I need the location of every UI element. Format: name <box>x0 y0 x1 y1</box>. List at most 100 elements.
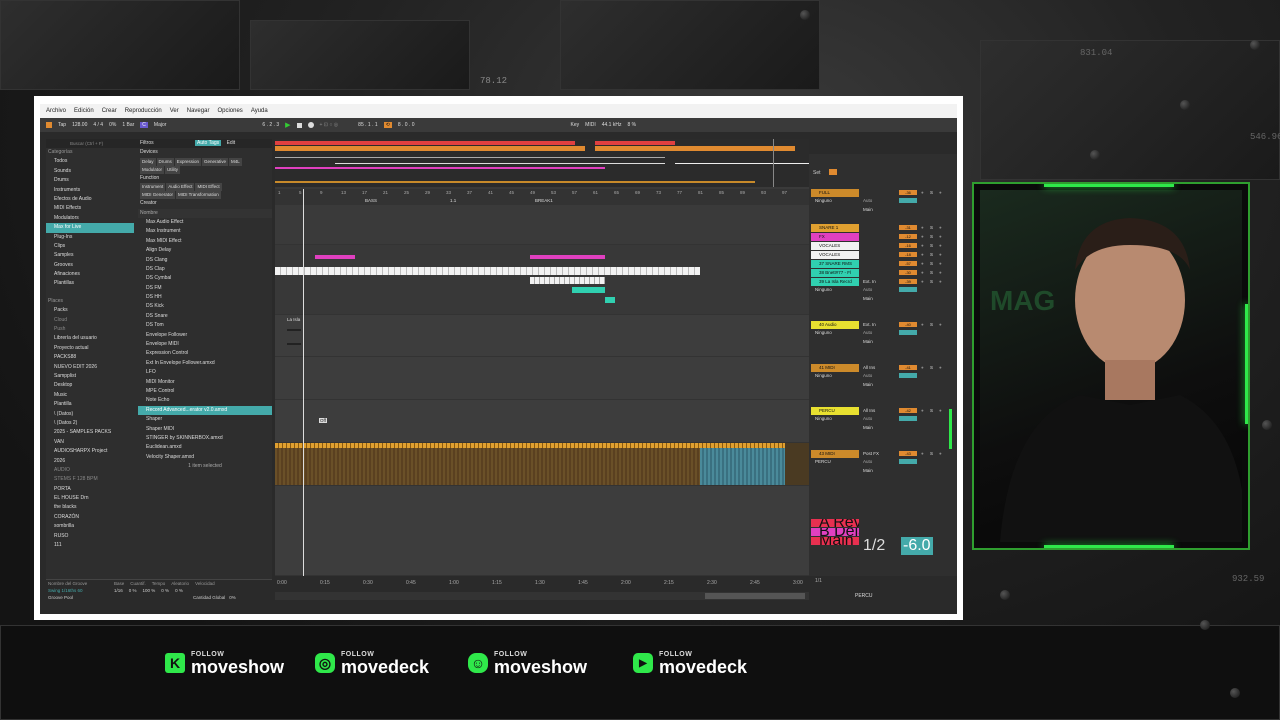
solo-icon[interactable]: S <box>930 225 933 230</box>
tap-button[interactable]: Tap <box>58 122 66 128</box>
monitor-auto[interactable]: Auto <box>863 198 872 203</box>
routing-select[interactable]: Ninguno <box>815 198 832 203</box>
arm-icon[interactable]: ● <box>921 408 924 413</box>
time-signature[interactable]: 4 / 4 <box>93 122 103 128</box>
browser-item[interactable]: DS Kick <box>138 302 272 311</box>
place-item[interactable]: Sampplist <box>46 372 134 381</box>
solo-icon[interactable]: S <box>930 279 933 284</box>
solo-icon[interactable]: S <box>930 451 933 456</box>
key-map-button[interactable]: Key <box>571 122 580 128</box>
track-name[interactable]: 38 Bnett#77 - Fl <box>811 269 859 277</box>
place-item[interactable]: Proyecto actual <box>46 344 134 353</box>
arm-icon[interactable]: ● <box>939 270 942 275</box>
arm-icon[interactable]: ● <box>939 252 942 257</box>
arm-icon[interactable]: ● <box>939 190 942 195</box>
routing-select[interactable]: Ninguno <box>815 330 832 335</box>
place-item[interactable]: Librería del usuario <box>46 334 134 343</box>
tag-chip[interactable]: M4L <box>229 157 242 166</box>
arm-icon[interactable]: ● <box>921 243 924 248</box>
track-name[interactable]: PERCU <box>811 407 859 415</box>
volume-field[interactable]: -57 <box>899 261 917 266</box>
browser-item[interactable]: Velocity Shaper.amxd <box>138 453 272 462</box>
tag-chip[interactable]: Audio Effect <box>166 183 195 192</box>
output-select[interactable]: Main <box>863 382 873 387</box>
mixer-track[interactable]: 37 SNARE RMS -57 ● S ● <box>809 260 957 269</box>
pan-knob[interactable] <box>899 330 917 335</box>
input-select[interactable]: Ext. In <box>863 279 876 284</box>
solo-icon[interactable]: S <box>930 252 933 257</box>
track-lane-percu[interactable] <box>275 443 809 486</box>
monitor-auto[interactable]: Auto <box>863 330 872 335</box>
arm-icon[interactable]: ● <box>939 279 942 284</box>
browser-item[interactable]: Envelope Follower <box>138 331 272 340</box>
category-item[interactable]: Samples <box>46 251 134 260</box>
place-item[interactable]: RUSO <box>46 532 134 541</box>
arm-icon[interactable]: ● <box>921 234 924 239</box>
place-item[interactable]: VAN <box>46 438 134 447</box>
browser-item[interactable]: DS Tom <box>138 321 272 330</box>
creator-label[interactable]: Creator <box>138 199 272 208</box>
mixer-track[interactable]: 41 MIDI All Ins -41 ● S ● <box>809 364 957 373</box>
arm-icon[interactable]: ● <box>939 261 942 266</box>
pan-knob[interactable] <box>899 198 917 203</box>
place-item[interactable]: PORTA <box>46 485 134 494</box>
category-item[interactable]: Plug-Ins <box>46 233 134 242</box>
mixer-track[interactable]: FX -12 ● S ● <box>809 233 957 242</box>
place-item[interactable]: AUDIOSHARPX Project <box>46 447 134 456</box>
place-item[interactable]: AUDIO <box>46 466 134 475</box>
place-item[interactable]: CORAZÓN <box>46 513 134 522</box>
arm-icon[interactable]: ● <box>921 279 924 284</box>
output-select[interactable]: Main <box>863 207 873 212</box>
browser-item[interactable]: Max MIDI Effect <box>138 237 272 246</box>
menu-ver[interactable]: Ver <box>170 108 179 114</box>
routing-select[interactable]: PERCU <box>815 459 831 464</box>
input-select[interactable]: All Ins <box>863 365 875 370</box>
arrangement-overview[interactable] <box>275 139 809 187</box>
track-name[interactable]: VOCALES <box>811 251 859 259</box>
arm-icon[interactable]: ● <box>939 451 942 456</box>
tag-chip[interactable]: MIDI Transformation <box>176 191 221 200</box>
master-split[interactable]: 1/2 <box>863 537 885 555</box>
solo-icon[interactable]: S <box>930 365 933 370</box>
browser-item[interactable]: STINGER by SKINNERBOX.amxd <box>138 434 272 443</box>
locator-1-1[interactable]: 1.1 <box>450 198 456 203</box>
solo-icon[interactable]: S <box>930 261 933 266</box>
category-item[interactable]: Todos <box>46 157 134 166</box>
output-select[interactable]: Main <box>863 425 873 430</box>
arm-icon[interactable]: ● <box>939 408 942 413</box>
volume-field[interactable]: -31 <box>899 225 917 230</box>
arm-icon[interactable]: ● <box>921 322 924 327</box>
groove-row[interactable]: Swing 1/16ths 60 1/16 0 % 100 % 0 % 0 % <box>46 587 272 594</box>
track-lane-audio[interactable] <box>275 357 809 400</box>
quantize-bar[interactable]: 1 Bar <box>122 122 134 128</box>
browser-item[interactable]: DS Snare <box>138 312 272 321</box>
menu-opciones[interactable]: Opciones <box>217 108 242 114</box>
pan-knob[interactable] <box>899 459 917 464</box>
social-youtube[interactable]: ▶ FOLLOW movedeck <box>633 645 747 681</box>
place-item[interactable]: EL HOUSE Drn <box>46 494 134 503</box>
place-item[interactable]: Cloud <box>46 316 134 325</box>
groove-cell[interactable]: 100 % <box>143 588 156 593</box>
mixer-track[interactable]: PERCU All Ins -42 ● S ● <box>809 407 957 416</box>
menu-navegar[interactable]: Navegar <box>187 108 210 114</box>
track-name[interactable]: 40 Audio <box>811 321 859 329</box>
browser-item[interactable]: MIDI Monitor <box>138 378 272 387</box>
track-name[interactable]: 39 La Isla Recrd <box>811 278 859 286</box>
menu-archivo[interactable]: Archivo <box>46 108 66 114</box>
loop-start[interactable]: 85 . 1 . 1 <box>358 122 377 128</box>
master-volume[interactable]: -6.0 <box>901 537 933 555</box>
audio-clip-percu-alt[interactable] <box>700 448 785 485</box>
social-kick[interactable]: K FOLLOW moveshow <box>165 645 284 681</box>
place-item[interactable]: sombrilla <box>46 522 134 531</box>
category-item[interactable]: Clips <box>46 242 134 251</box>
key-select[interactable]: C <box>140 122 148 128</box>
set-button[interactable]: Set <box>813 170 821 176</box>
monitor-auto[interactable]: Auto <box>863 459 872 464</box>
browser-item-selected[interactable]: Record Advanced...erator v2.0.amxd <box>138 405 272 416</box>
track-lane-midi-43[interactable] <box>275 486 809 576</box>
arm-icon[interactable]: ● <box>921 190 924 195</box>
social-discord[interactable]: ☺ FOLLOW moveshow <box>468 645 587 681</box>
volume-field[interactable]: -18 <box>899 252 917 257</box>
solo-icon[interactable]: S <box>930 322 933 327</box>
category-item[interactable]: Instruments <box>46 186 134 195</box>
